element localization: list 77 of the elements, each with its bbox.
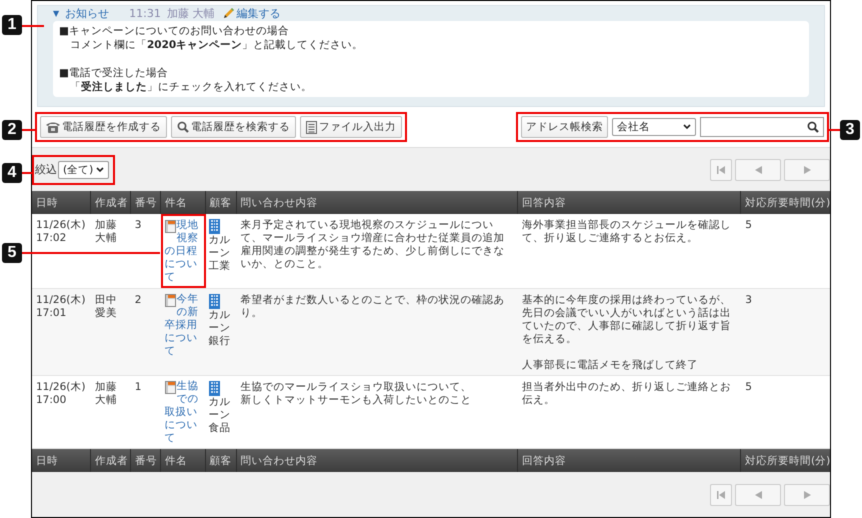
callout-number: 2 [2,120,22,140]
filter-select[interactable]: (全て) [58,160,110,178]
search-icon [177,121,189,133]
chevron-icon [96,166,104,172]
table-cell-text: 加藤大輔 [94,380,118,408]
table-cell-text: 1 [134,380,142,395]
table-cell-text: 11/26(木) 17:00 [35,380,86,408]
notice-text: ■キャンペーンについてのお問い合わせの場合 [59,24,290,38]
notice-text: ■電話で受注した場合 [59,66,169,80]
first-page-button[interactable] [710,158,732,180]
next-icon [804,490,810,498]
answer-text: 担当者外出中のため、折り返しご連絡とお伝え。 [522,381,732,407]
collapse-toggle[interactable]: ▼ [53,9,60,18]
previous-page-button[interactable] [735,484,781,506]
toolbar-button[interactable]: 電話履歴を作成する [40,116,167,138]
building-icon [208,219,220,234]
inquiry-text: 生協でのマールライスショウ取扱いについて、 [240,381,473,394]
notice-author: 加藤 大輔 [166,6,214,21]
customer-name: カルーン食品 [208,396,232,435]
notice-text: コメント欄に「2020キャンペーン」と記載してください。 [69,38,364,52]
notice-text: 「受注しました」にチェックを入れてください。 [69,80,313,94]
phone-icon [46,121,60,133]
answer-text: 基本的に今年度の採用は終わっているが、先日の会議でいい人がいればという話は出ていたので、人事部に確認して折り返す旨を伝える。 [522,294,732,346]
filter-label: 絞込 [35,162,57,177]
phone-record-icon [164,294,176,307]
next-icon [804,166,810,174]
address-book-search-button[interactable]: アドレス帳検索 [521,116,608,138]
inquiry-text: 希望者がまだ数人いるとのことで、枠の状況の確認あり。 [240,294,506,320]
callout-number: 3 [840,120,860,140]
toolbar-button[interactable]: ファイル入出力 [300,116,402,138]
edit-link[interactable]: 編集する [236,6,280,21]
column-header[interactable]: 対応所要時間(分) [741,449,830,472]
subject-link[interactable]: 今年の新卒採用について [164,293,202,358]
table-cell-text: 11/26(木) 17:01 [35,293,86,321]
first-page-icon [717,166,725,174]
toolbar-button[interactable]: 電話履歴を検索する [171,116,296,138]
subject-link[interactable]: 現地視察の日程について [164,219,202,284]
phone-record-icon [164,381,176,394]
callout-number: 1 [2,15,22,35]
first-page-button[interactable] [710,484,732,506]
next-page-button[interactable] [784,484,830,506]
leader-line [22,25,44,27]
table-cell-text: 5 [744,218,753,233]
table-cell-text: 5 [744,380,753,395]
callout-number: 4 [2,163,22,183]
document-icon [306,120,317,134]
first-page-icon [717,490,725,498]
customer-name: カルーン銀行 [208,309,232,348]
inquiry-text: 新しくトマットサーモンも入荷したいとのこと [240,394,473,407]
subject-link[interactable]: 生協での取扱いについて [164,380,202,445]
previous-page-button[interactable] [735,158,781,180]
notice-time: 11:31 [129,7,161,20]
table-cell-text: 3 [134,218,142,233]
inquiry-text: 来月予定されている現地視察のスケジュールについて、マールライスショウ増産に合わせた従業員の追加雇用関連の調整が発生するため、少し前倒しにできないか、とのこと。 [240,219,506,271]
building-icon [208,294,220,309]
chevron-icon [683,124,691,130]
previous-icon [754,490,762,498]
pencil-icon [222,7,236,20]
callout-number: 5 [2,243,22,263]
notice-title[interactable]: お知らせ [65,6,110,21]
building-icon [208,381,220,396]
answer-text: 海外事業担当部長のスケジュールを確認して、折り返しご連絡するとお伝え。 [522,219,732,245]
table-cell-text: 田中愛美 [94,293,118,321]
answer-text: 人事部長に電話メモを飛ばして終了 [522,359,699,372]
phone-record-icon [164,220,176,233]
table-cell-text: 3 [744,293,753,308]
column-header[interactable]: 件名 [160,191,206,214]
table-cell-text: 2 [134,293,142,308]
next-page-button[interactable] [784,158,830,180]
table-cell-text: 加藤大輔 [94,218,118,246]
previous-icon [754,166,762,174]
table-cell-text: 11/26(木) 17:02 [35,218,86,246]
search-field-select[interactable]: 会社名 [612,118,696,136]
column-header[interactable]: 対応所要時間(分) [741,191,830,214]
search-icon [807,121,819,133]
search-field[interactable] [700,117,824,137]
customer-name: カルーン工業 [208,234,232,273]
